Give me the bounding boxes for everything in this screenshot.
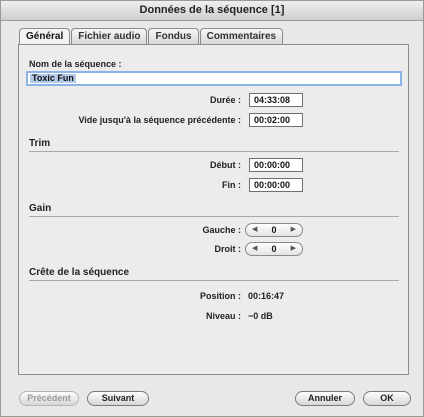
right-arrow-icon[interactable]: ▶ <box>291 224 296 236</box>
previous-button[interactable]: Précédent <box>19 391 79 406</box>
peak-section-title: Crête de la séquence <box>29 267 130 278</box>
cancel-button[interactable]: Annuler <box>295 391 355 406</box>
trim-end-field[interactable]: 00:00:00 <box>249 178 303 192</box>
gain-left-stepper[interactable]: ◀ 0 ▶ <box>245 223 303 237</box>
sequence-data-dialog: Données de la séquence [1] Général Fichi… <box>0 0 424 417</box>
trim-start-label: Début : <box>210 160 241 170</box>
peak-divider <box>29 280 399 281</box>
trim-section-title: Trim <box>29 138 51 149</box>
trim-start-field[interactable]: 00:00:00 <box>249 158 303 172</box>
duration-field: 04:33:08 <box>249 93 303 107</box>
next-button[interactable]: Suivant <box>87 391 149 406</box>
tab-comments[interactable]: Commentaires <box>199 28 284 44</box>
sequence-name-value: Toxic Fun <box>30 73 76 83</box>
window-title: Données de la séquence [1] <box>1 1 423 21</box>
peak-level-value: −0 dB <box>248 311 273 321</box>
sequence-name-field[interactable]: Toxic Fun <box>26 71 402 86</box>
general-panel: Nom de la séquence : Toxic Fun Durée : 0… <box>18 44 409 375</box>
gap-field[interactable]: 00:02:00 <box>249 113 303 127</box>
gain-right-stepper[interactable]: ◀ 0 ▶ <box>245 242 303 256</box>
tab-fades[interactable]: Fondus <box>148 28 199 44</box>
gain-right-label: Droit : <box>214 244 242 254</box>
duration-label: Durée : <box>209 95 241 105</box>
trim-divider <box>29 151 399 152</box>
tab-general[interactable]: Général <box>19 28 71 45</box>
gain-left-label: Gauche : <box>202 225 241 235</box>
peak-position-label: Position : <box>200 291 241 301</box>
ok-button[interactable]: OK <box>363 391 411 406</box>
right-arrow-icon[interactable]: ▶ <box>291 243 296 255</box>
gap-label: Vide jusqu'à la séquence précédente : <box>78 115 241 125</box>
sequence-name-label: Nom de la séquence : <box>29 59 122 69</box>
tab-audio-file[interactable]: Fichier audio <box>71 28 148 44</box>
peak-position-value: 00:16:47 <box>248 291 285 301</box>
peak-level-label: Niveau : <box>205 311 241 321</box>
tab-bar: Général Fichier audio Fondus Commentaire… <box>19 28 284 45</box>
gain-divider <box>29 216 399 217</box>
trim-end-label: Fin : <box>222 180 241 190</box>
gain-section-title: Gain <box>29 203 52 214</box>
